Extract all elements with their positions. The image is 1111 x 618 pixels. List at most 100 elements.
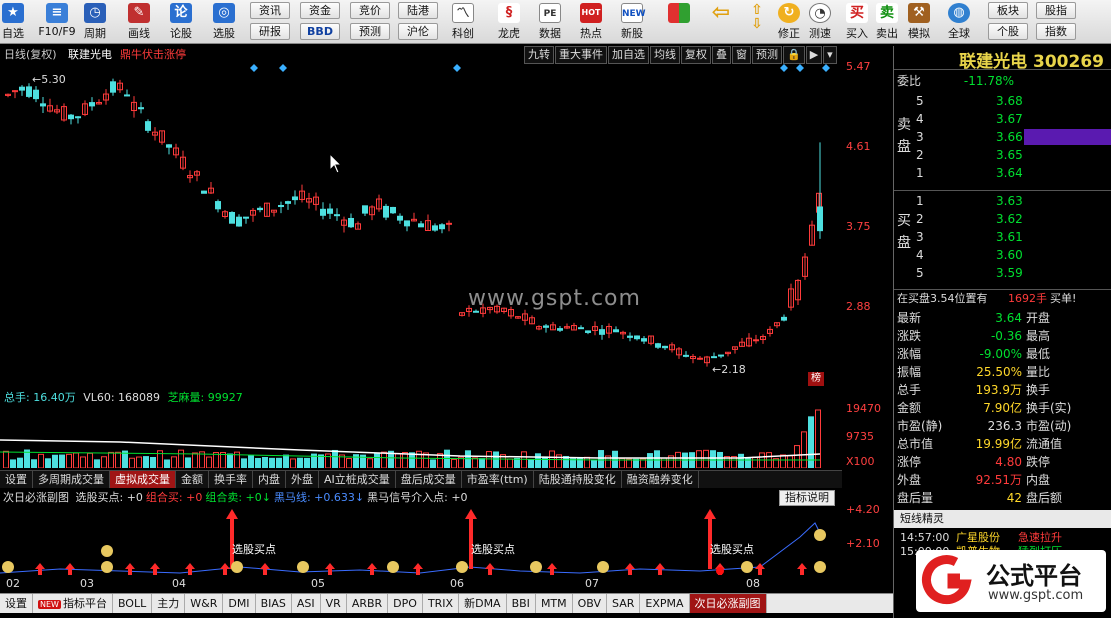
tb-auction[interactable]: 竞价 xyxy=(350,2,390,19)
tb-sector[interactable]: 板块 xyxy=(988,2,1028,19)
overlay-button[interactable]: 叠 xyxy=(712,46,731,64)
indicator-tab[interactable]: OBV xyxy=(573,594,608,613)
volume-tab[interactable]: AI立桩成交量 xyxy=(319,471,396,488)
tb-buy[interactable]: 买买入 xyxy=(844,1,870,43)
buy-price[interactable]: 3.59 xyxy=(996,264,1023,282)
ranking-badge[interactable]: 榜 xyxy=(808,372,824,386)
tb-newstock[interactable]: NEW 新股 xyxy=(616,1,648,43)
tb-bbd[interactable]: BBD xyxy=(300,23,340,40)
buy-price[interactable]: 3.60 xyxy=(996,246,1023,264)
event-marker[interactable] xyxy=(453,64,461,72)
indicator-tab[interactable]: VR xyxy=(321,594,347,613)
tb-f10[interactable]: ≡ F10/F9 xyxy=(36,1,78,43)
add-favorite-button[interactable]: 加自选 xyxy=(608,46,649,64)
major-events-button[interactable]: 重大事件 xyxy=(555,46,607,64)
indicator-tab[interactable]: 设置 xyxy=(0,594,33,613)
indicator-tab[interactable]: BIAS xyxy=(256,594,292,613)
tb-research[interactable]: 研报 xyxy=(250,23,290,40)
tb-hot[interactable]: HOT 热点 xyxy=(576,1,606,43)
tb-correct[interactable]: ↻ 修正 xyxy=(776,1,802,43)
volume-tab[interactable]: 换手率 xyxy=(209,471,253,488)
indicator-tabs: 设置 NEW 指标平台 BOLL 主力 W&R DMI BIAS ASI VR ARBR DPO TRI… xyxy=(0,593,893,613)
volume-tab[interactable]: 内盘 xyxy=(253,471,286,488)
buy-price[interactable]: 3.63 xyxy=(996,192,1023,210)
tb-draw[interactable]: ✎ 画线 xyxy=(124,1,154,43)
indicator-tab[interactable]: 次日必涨副图 xyxy=(689,594,767,613)
indicator-tab[interactable]: W&R xyxy=(185,594,224,613)
tb-simulate[interactable]: ⚒ 模拟 xyxy=(904,1,934,43)
tb-hk[interactable]: 陆港 xyxy=(398,2,438,19)
tb-period[interactable]: ◷ 周期 xyxy=(80,1,110,43)
tb-index[interactable]: 指数 xyxy=(1036,23,1076,40)
volume-tab[interactable]: 设置 xyxy=(0,471,33,488)
indicator-tab[interactable]: NEW 指标平台 xyxy=(33,594,113,613)
ma-button[interactable]: 均线 xyxy=(650,46,680,64)
kline-chart[interactable] xyxy=(0,46,842,386)
event-marker[interactable] xyxy=(796,64,804,72)
volume-tab[interactable]: 金额 xyxy=(176,471,209,488)
tb-kechuang[interactable]: 〽科创 xyxy=(448,1,478,43)
tb-favorites[interactable]: ★ 自选 xyxy=(0,1,26,43)
indicator-tab[interactable]: ARBR xyxy=(347,594,389,613)
indicator-tab[interactable]: ASI xyxy=(292,594,321,613)
event-marker[interactable] xyxy=(279,64,287,72)
volume-tab[interactable]: 陆股通持股变化 xyxy=(534,471,622,488)
volume-tab[interactable]: 盘后成交量 xyxy=(396,471,462,488)
lock-icon[interactable]: 🔒 xyxy=(783,46,805,64)
indicator-chart[interactable]: 选股买点 选股买点 选股买点 xyxy=(0,507,842,577)
predict-button[interactable]: 预测 xyxy=(752,46,782,64)
indicator-tab[interactable]: DPO xyxy=(388,594,423,613)
indicator-tab[interactable]: DMI xyxy=(223,594,256,613)
dropdown-icon[interactable]: ▾ xyxy=(823,46,837,64)
window-button[interactable]: 窗 xyxy=(732,46,751,64)
weibi-row: 委比 -11.78% xyxy=(897,74,1014,88)
tb-updown[interactable]: ⇧ ⇩ xyxy=(744,1,770,43)
indicator-help-button[interactable]: 指标说明 xyxy=(779,490,835,506)
short-sprite-header[interactable]: 短线精灵 xyxy=(894,510,1111,528)
tb-data[interactable]: PE 数据 xyxy=(534,1,566,43)
tb-speed[interactable]: ◔ 测速 xyxy=(806,1,834,43)
indicator-tab[interactable]: BBI xyxy=(507,594,536,613)
tb-grid[interactable] xyxy=(664,1,694,43)
tb-screen[interactable]: ◎ 选股 xyxy=(208,1,240,43)
indicator-tab[interactable]: BOLL xyxy=(113,594,153,613)
tb-back[interactable]: ⇦ xyxy=(706,1,736,43)
tb-news[interactable]: 资讯 xyxy=(250,2,290,19)
period-label[interactable]: 日线(复权) xyxy=(4,46,57,64)
indicator-tab[interactable]: 新DMA xyxy=(459,594,507,613)
play-icon[interactable]: ▶ xyxy=(805,46,823,64)
volume-tab[interactable]: 外盘 xyxy=(286,471,319,488)
tb-sell[interactable]: 卖卖出 xyxy=(874,1,900,43)
tb-global[interactable]: ◍ 全球 xyxy=(942,1,976,43)
sell-price[interactable]: 3.68 xyxy=(996,92,1023,110)
tb-stock[interactable]: 个股 xyxy=(988,23,1028,40)
tb-forecast[interactable]: 预测 xyxy=(350,23,390,40)
sell-price[interactable]: 3.65 xyxy=(996,146,1023,164)
buy-price[interactable]: 3.61 xyxy=(996,228,1023,246)
volume-chart[interactable] xyxy=(0,406,842,468)
indicator-tab[interactable]: TRIX xyxy=(423,594,460,613)
indicator-tab[interactable]: EXPMA xyxy=(640,594,690,613)
nine-turn-button[interactable]: 九转 xyxy=(524,46,554,64)
indicator-tab[interactable]: 主力 xyxy=(152,594,186,613)
adjust-button[interactable]: 复权 xyxy=(681,46,711,64)
kechuang-icon: 〽 xyxy=(452,3,474,23)
tb-capital[interactable]: 资金 xyxy=(300,2,340,19)
volume-tab[interactable]: 虚拟成交量 xyxy=(110,471,176,488)
volume-tab[interactable]: 市盈率(ttm) xyxy=(462,471,534,488)
tb-london[interactable]: 沪伦 xyxy=(398,23,438,40)
sell-price[interactable]: 3.64 xyxy=(996,164,1023,182)
event-marker[interactable] xyxy=(250,64,258,72)
tb-forum[interactable]: 论论股 xyxy=(166,1,196,43)
volume-tab[interactable]: 多周期成交量 xyxy=(33,471,110,488)
event-marker[interactable] xyxy=(780,64,788,72)
event-marker[interactable] xyxy=(822,64,830,72)
buy-price[interactable]: 3.62 xyxy=(996,210,1023,228)
indicator-tab[interactable]: SAR xyxy=(607,594,641,613)
indicator-tab[interactable]: MTM xyxy=(536,594,573,613)
tb-dragon[interactable]: § 龙虎 xyxy=(494,1,524,43)
tb-futures[interactable]: 股指 xyxy=(1036,2,1076,19)
sell-price[interactable]: 3.67 xyxy=(996,110,1023,128)
sell-price[interactable]: 3.66 xyxy=(996,128,1023,146)
volume-tab[interactable]: 融资融券变化 xyxy=(622,471,699,488)
